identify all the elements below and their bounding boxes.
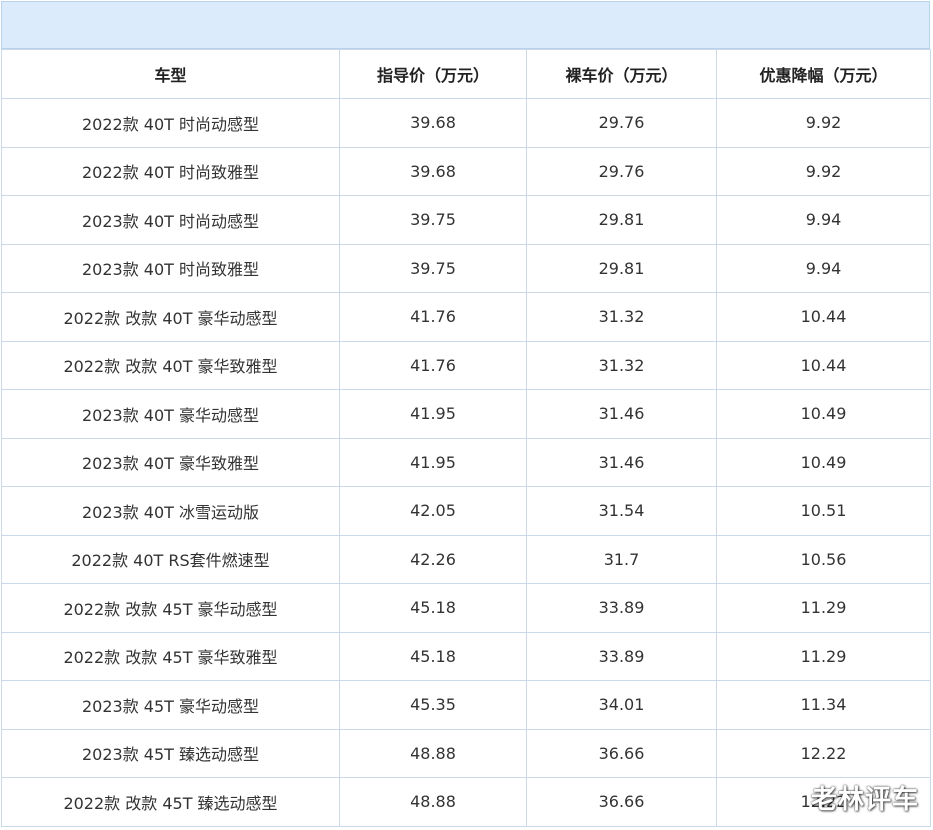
table-row: 2022款 改款 40T 豪华致雅型 41.76 31.32 10.44	[1, 340, 931, 390]
cell-discount: 9.92	[716, 98, 931, 148]
cell-model: 2022款 改款 40T 豪华致雅型	[1, 340, 340, 390]
cell-msrp: 39.68	[339, 146, 527, 196]
cell-msrp: 41.76	[339, 340, 527, 390]
cell-net-price: 29.76	[526, 146, 717, 196]
cell-model: 2022款 改款 45T 豪华致雅型	[1, 631, 340, 681]
table-row: 2023款 45T 臻选动感型 48.88 36.66 12.22	[1, 728, 931, 778]
table-header-row: 车型 指导价（万元） 裸车价（万元） 优惠降幅（万元）	[1, 49, 931, 99]
price-table: 车型 指导价（万元） 裸车价（万元） 优惠降幅（万元） 2022款 40T 时尚…	[1, 49, 931, 827]
cell-model: 2022款 改款 40T 豪华动感型	[1, 292, 340, 342]
cell-net-price: 36.66	[526, 777, 717, 827]
cell-net-price: 31.54	[526, 486, 717, 536]
cell-model: 2023款 40T 豪华致雅型	[1, 437, 340, 487]
cell-net-price: 33.89	[526, 583, 717, 633]
cell-model: 2022款 40T 时尚动感型	[1, 98, 340, 148]
table-row: 2022款 改款 45T 豪华动感型 45.18 33.89 11.29	[1, 583, 931, 633]
cell-msrp: 48.88	[339, 728, 527, 778]
cell-msrp: 45.18	[339, 583, 527, 633]
cell-net-price: 31.46	[526, 389, 717, 439]
cell-discount: 10.49	[716, 437, 931, 487]
cell-discount: 11.34	[716, 680, 931, 730]
header-net-price: 裸车价（万元）	[526, 49, 717, 99]
cell-msrp: 42.26	[339, 534, 527, 584]
cell-model: 2023款 45T 豪华动感型	[1, 680, 340, 730]
cell-msrp: 42.05	[339, 486, 527, 536]
cell-net-price: 29.81	[526, 243, 717, 293]
cell-msrp: 45.18	[339, 631, 527, 681]
cell-net-price: 36.66	[526, 728, 717, 778]
cell-net-price: 33.89	[526, 631, 717, 681]
cell-net-price: 29.76	[526, 98, 717, 148]
cell-model: 2022款 改款 45T 臻选动感型	[1, 777, 340, 827]
cell-net-price: 31.32	[526, 340, 717, 390]
table-row: 2023款 40T 时尚动感型 39.75 29.81 9.94	[1, 195, 931, 245]
watermark-logo: 老林评车	[810, 785, 919, 815]
cell-net-price: 31.7	[526, 534, 717, 584]
header-msrp: 指导价（万元）	[339, 49, 527, 99]
table-row: 2023款 45T 豪华动感型 45.35 34.01 11.34	[1, 680, 931, 730]
cell-model: 2023款 40T 时尚致雅型	[1, 243, 340, 293]
cell-model: 2023款 40T 豪华动感型	[1, 389, 340, 439]
table-row: 2022款 改款 45T 豪华致雅型 45.18 33.89 11.29	[1, 631, 931, 681]
cell-discount: 10.44	[716, 340, 931, 390]
table-row: 2022款 改款 45T 臻选动感型 48.88 36.66 12.22	[1, 777, 931, 827]
cell-model: 2023款 40T 冰雪运动版	[1, 486, 340, 536]
cell-model: 2022款 40T RS套件燃速型	[1, 534, 340, 584]
cell-discount: 9.94	[716, 243, 931, 293]
table-row: 2023款 40T 冰雪运动版 42.05 31.54 10.51	[1, 486, 931, 536]
cell-model: 2023款 40T 时尚动感型	[1, 195, 340, 245]
table-caption-band	[1, 1, 930, 49]
cell-discount: 10.51	[716, 486, 931, 536]
table-row: 2022款 40T RS套件燃速型 42.26 31.7 10.56	[1, 534, 931, 584]
cell-net-price: 31.46	[526, 437, 717, 487]
header-model: 车型	[1, 49, 340, 99]
cell-discount: 10.44	[716, 292, 931, 342]
cell-msrp: 39.75	[339, 243, 527, 293]
cell-msrp: 45.35	[339, 680, 527, 730]
cell-model: 2023款 45T 臻选动感型	[1, 728, 340, 778]
cell-msrp: 41.95	[339, 437, 527, 487]
cell-net-price: 29.81	[526, 195, 717, 245]
cell-discount: 11.29	[716, 631, 931, 681]
table-row: 2022款 改款 40T 豪华动感型 41.76 31.32 10.44	[1, 292, 931, 342]
table-row: 2023款 40T 豪华动感型 41.95 31.46 10.49	[1, 389, 931, 439]
cell-model: 2022款 改款 45T 豪华动感型	[1, 583, 340, 633]
cell-msrp: 41.76	[339, 292, 527, 342]
cell-discount: 12.22	[716, 728, 931, 778]
cell-discount: 9.92	[716, 146, 931, 196]
cell-net-price: 31.32	[526, 292, 717, 342]
cell-msrp: 48.88	[339, 777, 527, 827]
header-discount: 优惠降幅（万元）	[716, 49, 931, 99]
cell-net-price: 34.01	[526, 680, 717, 730]
cell-msrp: 41.95	[339, 389, 527, 439]
table-row: 2022款 40T 时尚动感型 39.68 29.76 9.92	[1, 98, 931, 148]
cell-discount: 11.29	[716, 583, 931, 633]
cell-model: 2022款 40T 时尚致雅型	[1, 146, 340, 196]
cell-discount: 10.49	[716, 389, 931, 439]
table-body: 2022款 40T 时尚动感型 39.68 29.76 9.92 2022款 40T 时…	[1, 98, 931, 827]
cell-discount: 10.56	[716, 534, 931, 584]
table-row: 2023款 40T 时尚致雅型 39.75 29.81 9.94	[1, 243, 931, 293]
cell-discount: 9.94	[716, 195, 931, 245]
cell-msrp: 39.68	[339, 98, 527, 148]
cell-msrp: 39.75	[339, 195, 527, 245]
table-row: 2022款 40T 时尚致雅型 39.68 29.76 9.92	[1, 146, 931, 196]
table-row: 2023款 40T 豪华致雅型 41.95 31.46 10.49	[1, 437, 931, 487]
